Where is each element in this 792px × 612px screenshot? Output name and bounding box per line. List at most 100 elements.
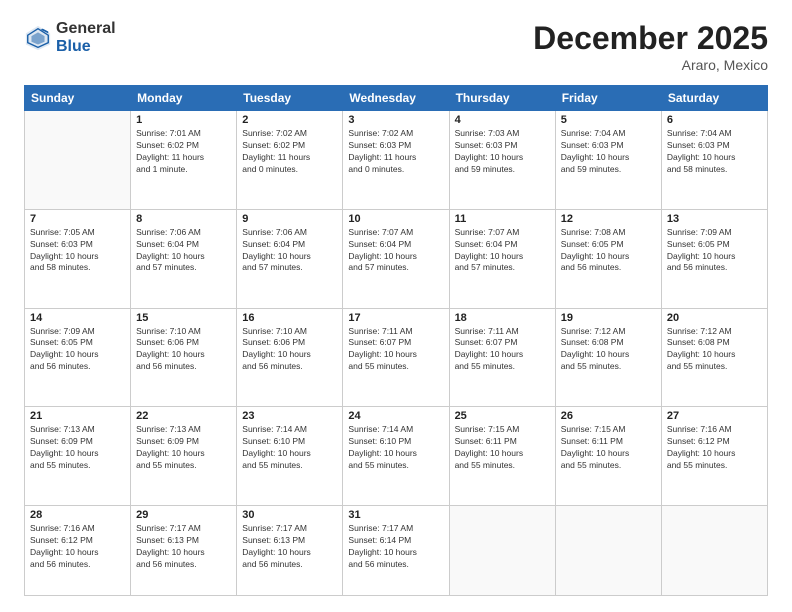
day-number: 12 — [561, 213, 656, 225]
day-number: 1 — [136, 114, 231, 126]
day-number: 31 — [348, 509, 443, 521]
logo-general: General — [56, 20, 116, 38]
week-row-2: 7 Sunrise: 7:05 AM Sunset: 6:03 PM Daylig… — [25, 209, 768, 308]
day-cell: 26Sunrise: 7:15 AM Sunset: 6:11 PM Dayli… — [555, 407, 661, 506]
day-info: Sunrise: 7:08 AM Sunset: 6:05 PM Dayligh… — [561, 227, 656, 275]
week-row-4: 21 Sunrise: 7:13 AM Sunset: 6:09 PM Dayli… — [25, 407, 768, 506]
day-number: 7 — [30, 213, 125, 225]
day-number: 9 — [242, 213, 337, 225]
day-cell — [25, 111, 131, 210]
col-header-saturday: Saturday — [661, 86, 767, 111]
logo-icon — [24, 24, 52, 52]
day-number: 15 — [136, 312, 231, 324]
day-number: 11 — [455, 213, 550, 225]
day-number: 29 — [136, 509, 231, 521]
day-info: Sunrise: 7:11 AM Sunset: 6:07 PM Dayligh… — [455, 326, 550, 374]
day-number: 25 — [455, 410, 550, 422]
day-cell: 19 Sunrise: 7:12 AM Sunset: 6:08 PM Dayli… — [555, 308, 661, 407]
day-number: 24 — [348, 410, 443, 422]
week-row-1: 1 Sunrise: 7:01 AM Sunset: 6:02 PM Daylig… — [25, 111, 768, 210]
day-cell: 22 Sunrise: 7:13 AM Sunset: 6:09 PM Dayli… — [131, 407, 237, 506]
day-info: Sunrise: 7:10 AM Sunset: 6:06 PM Dayligh… — [136, 326, 231, 374]
logo-text: General Blue — [56, 20, 116, 55]
day-info: Sunrise: 7:15 AM Sunset: 6:11 PM Dayligh… — [455, 424, 550, 472]
day-number: 16 — [242, 312, 337, 324]
day-info: Sunrise: 7:12 AM Sunset: 6:08 PM Dayligh… — [561, 326, 656, 374]
header-row: SundayMondayTuesdayWednesdayThursdayFrid… — [25, 86, 768, 111]
day-cell: 31Sunrise: 7:17 AM Sunset: 6:14 PM Dayli… — [343, 506, 449, 596]
day-number: 28 — [30, 509, 125, 521]
day-info: Sunrise: 7:10 AM Sunset: 6:06 PM Dayligh… — [242, 326, 337, 374]
calendar-table: SundayMondayTuesdayWednesdayThursdayFrid… — [24, 85, 768, 596]
day-number: 27 — [667, 410, 762, 422]
day-number: 2 — [242, 114, 337, 126]
day-number: 8 — [136, 213, 231, 225]
day-info: Sunrise: 7:01 AM Sunset: 6:02 PM Dayligh… — [136, 128, 231, 176]
day-cell: 23 Sunrise: 7:14 AM Sunset: 6:10 PM Dayli… — [237, 407, 343, 506]
location: Araro, Mexico — [533, 57, 768, 73]
day-info: Sunrise: 7:16 AM Sunset: 6:12 PM Dayligh… — [30, 523, 125, 571]
title-block: December 2025 Araro, Mexico — [533, 20, 768, 73]
day-number: 4 — [455, 114, 550, 126]
day-number: 20 — [667, 312, 762, 324]
col-header-friday: Friday — [555, 86, 661, 111]
day-cell: 2 Sunrise: 7:02 AM Sunset: 6:02 PM Daylig… — [237, 111, 343, 210]
day-info: Sunrise: 7:05 AM Sunset: 6:03 PM Dayligh… — [30, 227, 125, 275]
day-info: Sunrise: 7:02 AM Sunset: 6:03 PM Dayligh… — [348, 128, 443, 176]
day-cell: 3Sunrise: 7:02 AM Sunset: 6:03 PM Daylig… — [343, 111, 449, 210]
day-number: 17 — [348, 312, 443, 324]
day-cell: 14 Sunrise: 7:09 AM Sunset: 6:05 PM Dayli… — [25, 308, 131, 407]
day-info: Sunrise: 7:04 AM Sunset: 6:03 PM Dayligh… — [667, 128, 762, 176]
col-header-sunday: Sunday — [25, 86, 131, 111]
day-number: 30 — [242, 509, 337, 521]
logo-blue: Blue — [56, 38, 116, 56]
day-cell: 18 Sunrise: 7:11 AM Sunset: 6:07 PM Dayli… — [449, 308, 555, 407]
col-header-thursday: Thursday — [449, 86, 555, 111]
day-cell: 16 Sunrise: 7:10 AM Sunset: 6:06 PM Dayli… — [237, 308, 343, 407]
day-cell: 8Sunrise: 7:06 AM Sunset: 6:04 PM Daylig… — [131, 209, 237, 308]
day-cell — [661, 506, 767, 596]
day-cell: 1 Sunrise: 7:01 AM Sunset: 6:02 PM Daylig… — [131, 111, 237, 210]
week-row-3: 14 Sunrise: 7:09 AM Sunset: 6:05 PM Dayli… — [25, 308, 768, 407]
day-info: Sunrise: 7:12 AM Sunset: 6:08 PM Dayligh… — [667, 326, 762, 374]
day-number: 10 — [348, 213, 443, 225]
day-number: 18 — [455, 312, 550, 324]
day-cell: 6 Sunrise: 7:04 AM Sunset: 6:03 PM Daylig… — [661, 111, 767, 210]
col-header-wednesday: Wednesday — [343, 86, 449, 111]
day-number: 19 — [561, 312, 656, 324]
day-info: Sunrise: 7:17 AM Sunset: 6:13 PM Dayligh… — [136, 523, 231, 571]
day-info: Sunrise: 7:14 AM Sunset: 6:10 PM Dayligh… — [348, 424, 443, 472]
day-info: Sunrise: 7:17 AM Sunset: 6:13 PM Dayligh… — [242, 523, 337, 571]
day-info: Sunrise: 7:14 AM Sunset: 6:10 PM Dayligh… — [242, 424, 337, 472]
day-info: Sunrise: 7:07 AM Sunset: 6:04 PM Dayligh… — [455, 227, 550, 275]
day-info: Sunrise: 7:07 AM Sunset: 6:04 PM Dayligh… — [348, 227, 443, 275]
col-header-tuesday: Tuesday — [237, 86, 343, 111]
day-cell: 24 Sunrise: 7:14 AM Sunset: 6:10 PM Dayli… — [343, 407, 449, 506]
day-info: Sunrise: 7:11 AM Sunset: 6:07 PM Dayligh… — [348, 326, 443, 374]
day-cell: 7 Sunrise: 7:05 AM Sunset: 6:03 PM Daylig… — [25, 209, 131, 308]
day-cell: 11 Sunrise: 7:07 AM Sunset: 6:04 PM Dayli… — [449, 209, 555, 308]
day-cell: 29 Sunrise: 7:17 AM Sunset: 6:13 PM Dayli… — [131, 506, 237, 596]
day-info: Sunrise: 7:09 AM Sunset: 6:05 PM Dayligh… — [667, 227, 762, 275]
day-info: Sunrise: 7:13 AM Sunset: 6:09 PM Dayligh… — [136, 424, 231, 472]
day-number: 6 — [667, 114, 762, 126]
day-info: Sunrise: 7:02 AM Sunset: 6:02 PM Dayligh… — [242, 128, 337, 176]
day-info: Sunrise: 7:16 AM Sunset: 6:12 PM Dayligh… — [667, 424, 762, 472]
day-cell: 21Sunrise: 7:13 AM Sunset: 6:09 PM Dayli… — [25, 407, 131, 506]
month-title: December 2025 — [533, 20, 768, 57]
day-cell: 17 Sunrise: 7:11 AM Sunset: 6:07 PM Dayli… — [343, 308, 449, 407]
day-number: 23 — [242, 410, 337, 422]
day-cell: 28 Sunrise: 7:16 AM Sunset: 6:12 PM Dayli… — [25, 506, 131, 596]
day-number: 22 — [136, 410, 231, 422]
day-cell — [449, 506, 555, 596]
day-info: Sunrise: 7:09 AM Sunset: 6:05 PM Dayligh… — [30, 326, 125, 374]
day-info: Sunrise: 7:03 AM Sunset: 6:03 PM Dayligh… — [455, 128, 550, 176]
day-cell: 27 Sunrise: 7:16 AM Sunset: 6:12 PM Dayli… — [661, 407, 767, 506]
day-number: 13 — [667, 213, 762, 225]
day-cell: 12 Sunrise: 7:08 AM Sunset: 6:05 PM Dayli… — [555, 209, 661, 308]
day-number: 14 — [30, 312, 125, 324]
day-cell: 9Sunrise: 7:06 AM Sunset: 6:04 PM Daylig… — [237, 209, 343, 308]
day-cell: 13 Sunrise: 7:09 AM Sunset: 6:05 PM Dayli… — [661, 209, 767, 308]
col-header-monday: Monday — [131, 86, 237, 111]
day-number: 21 — [30, 410, 125, 422]
